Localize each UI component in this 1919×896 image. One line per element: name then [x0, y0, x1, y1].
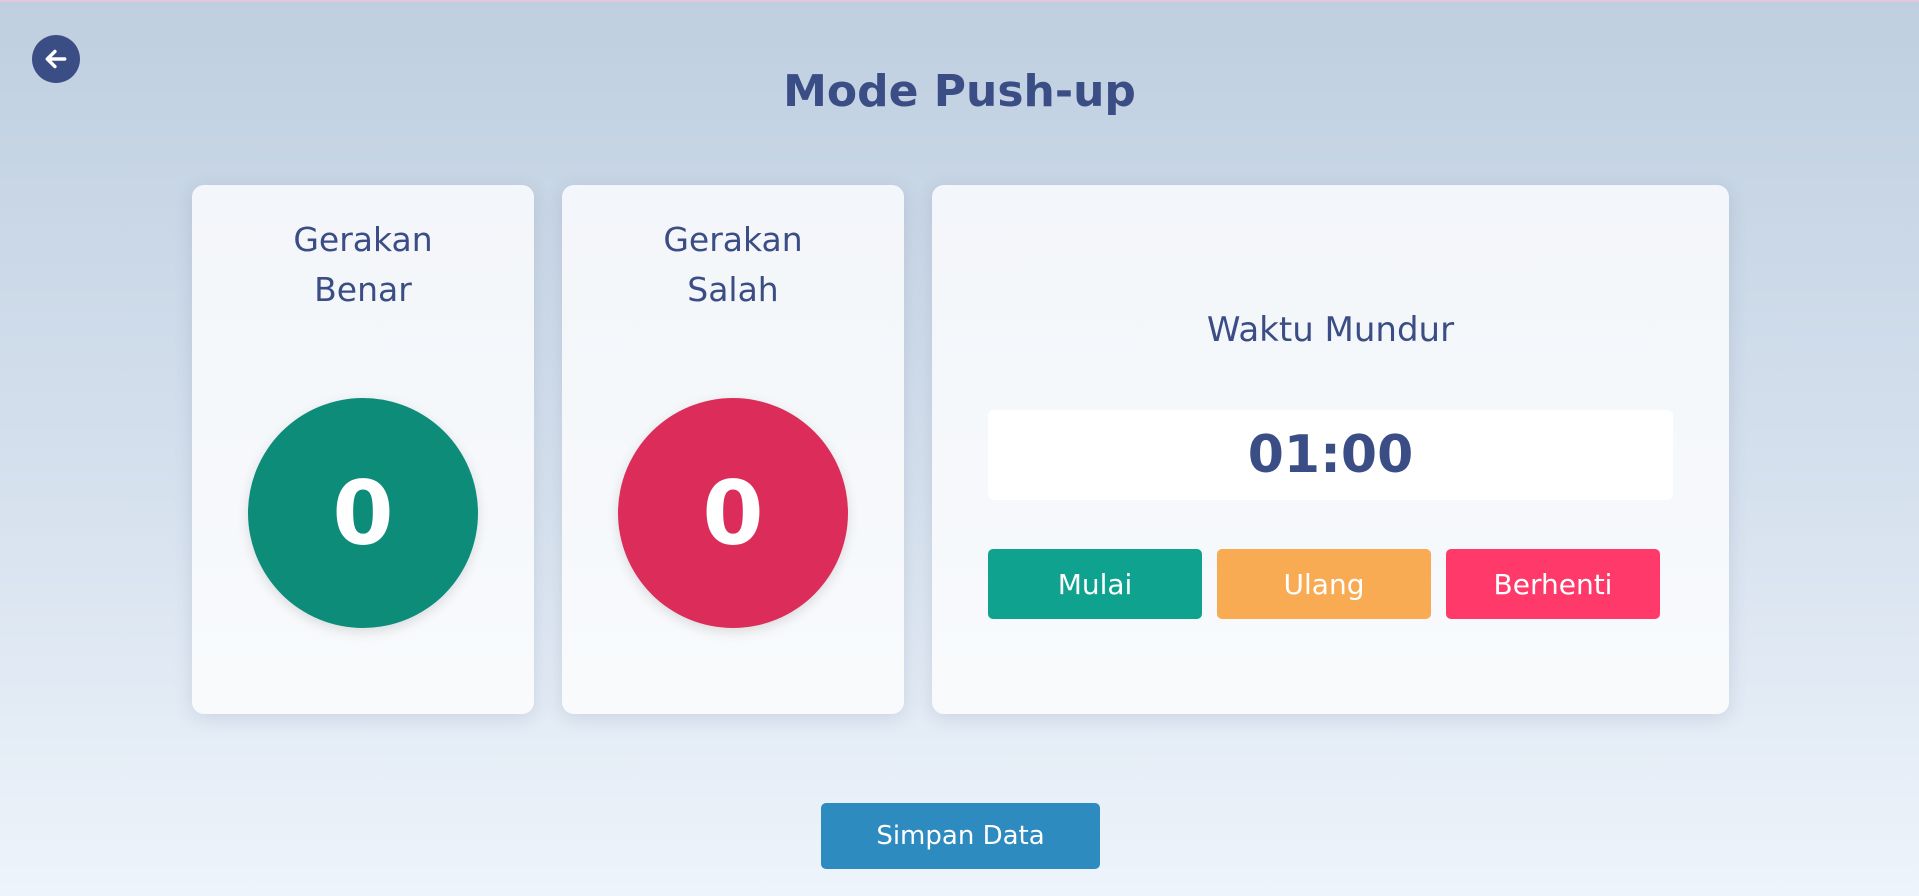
reset-button[interactable]: Ulang [1217, 549, 1431, 619]
wrong-count-label: Gerakan Salah [562, 215, 904, 315]
top-border [0, 0, 1919, 2]
correct-count-label-line1: Gerakan [293, 220, 433, 259]
timer-display: 01:00 [988, 410, 1673, 500]
timer-card: Waktu Mundur 01:00 Mulai Ulang Berhenti [932, 185, 1729, 714]
correct-count-circle: 0 [248, 398, 478, 628]
start-button[interactable]: Mulai [988, 549, 1202, 619]
timer-label: Waktu Mundur [1206, 310, 1455, 350]
correct-count-value: 0 [332, 461, 394, 565]
wrong-count-circle: 0 [618, 398, 848, 628]
wrong-count-value: 0 [702, 461, 764, 565]
wrong-count-label-line1: Gerakan [663, 220, 803, 259]
save-data-button[interactable]: Simpan Data [821, 803, 1100, 869]
correct-count-card: Gerakan Benar 0 [192, 185, 534, 714]
stop-button[interactable]: Berhenti [1446, 549, 1660, 619]
wrong-count-label-line2: Salah [687, 270, 779, 309]
page-title: Mode Push-up [783, 66, 1136, 117]
correct-count-label-line2: Benar [314, 270, 412, 309]
correct-count-label: Gerakan Benar [192, 215, 534, 315]
wrong-count-card: Gerakan Salah 0 [562, 185, 904, 714]
